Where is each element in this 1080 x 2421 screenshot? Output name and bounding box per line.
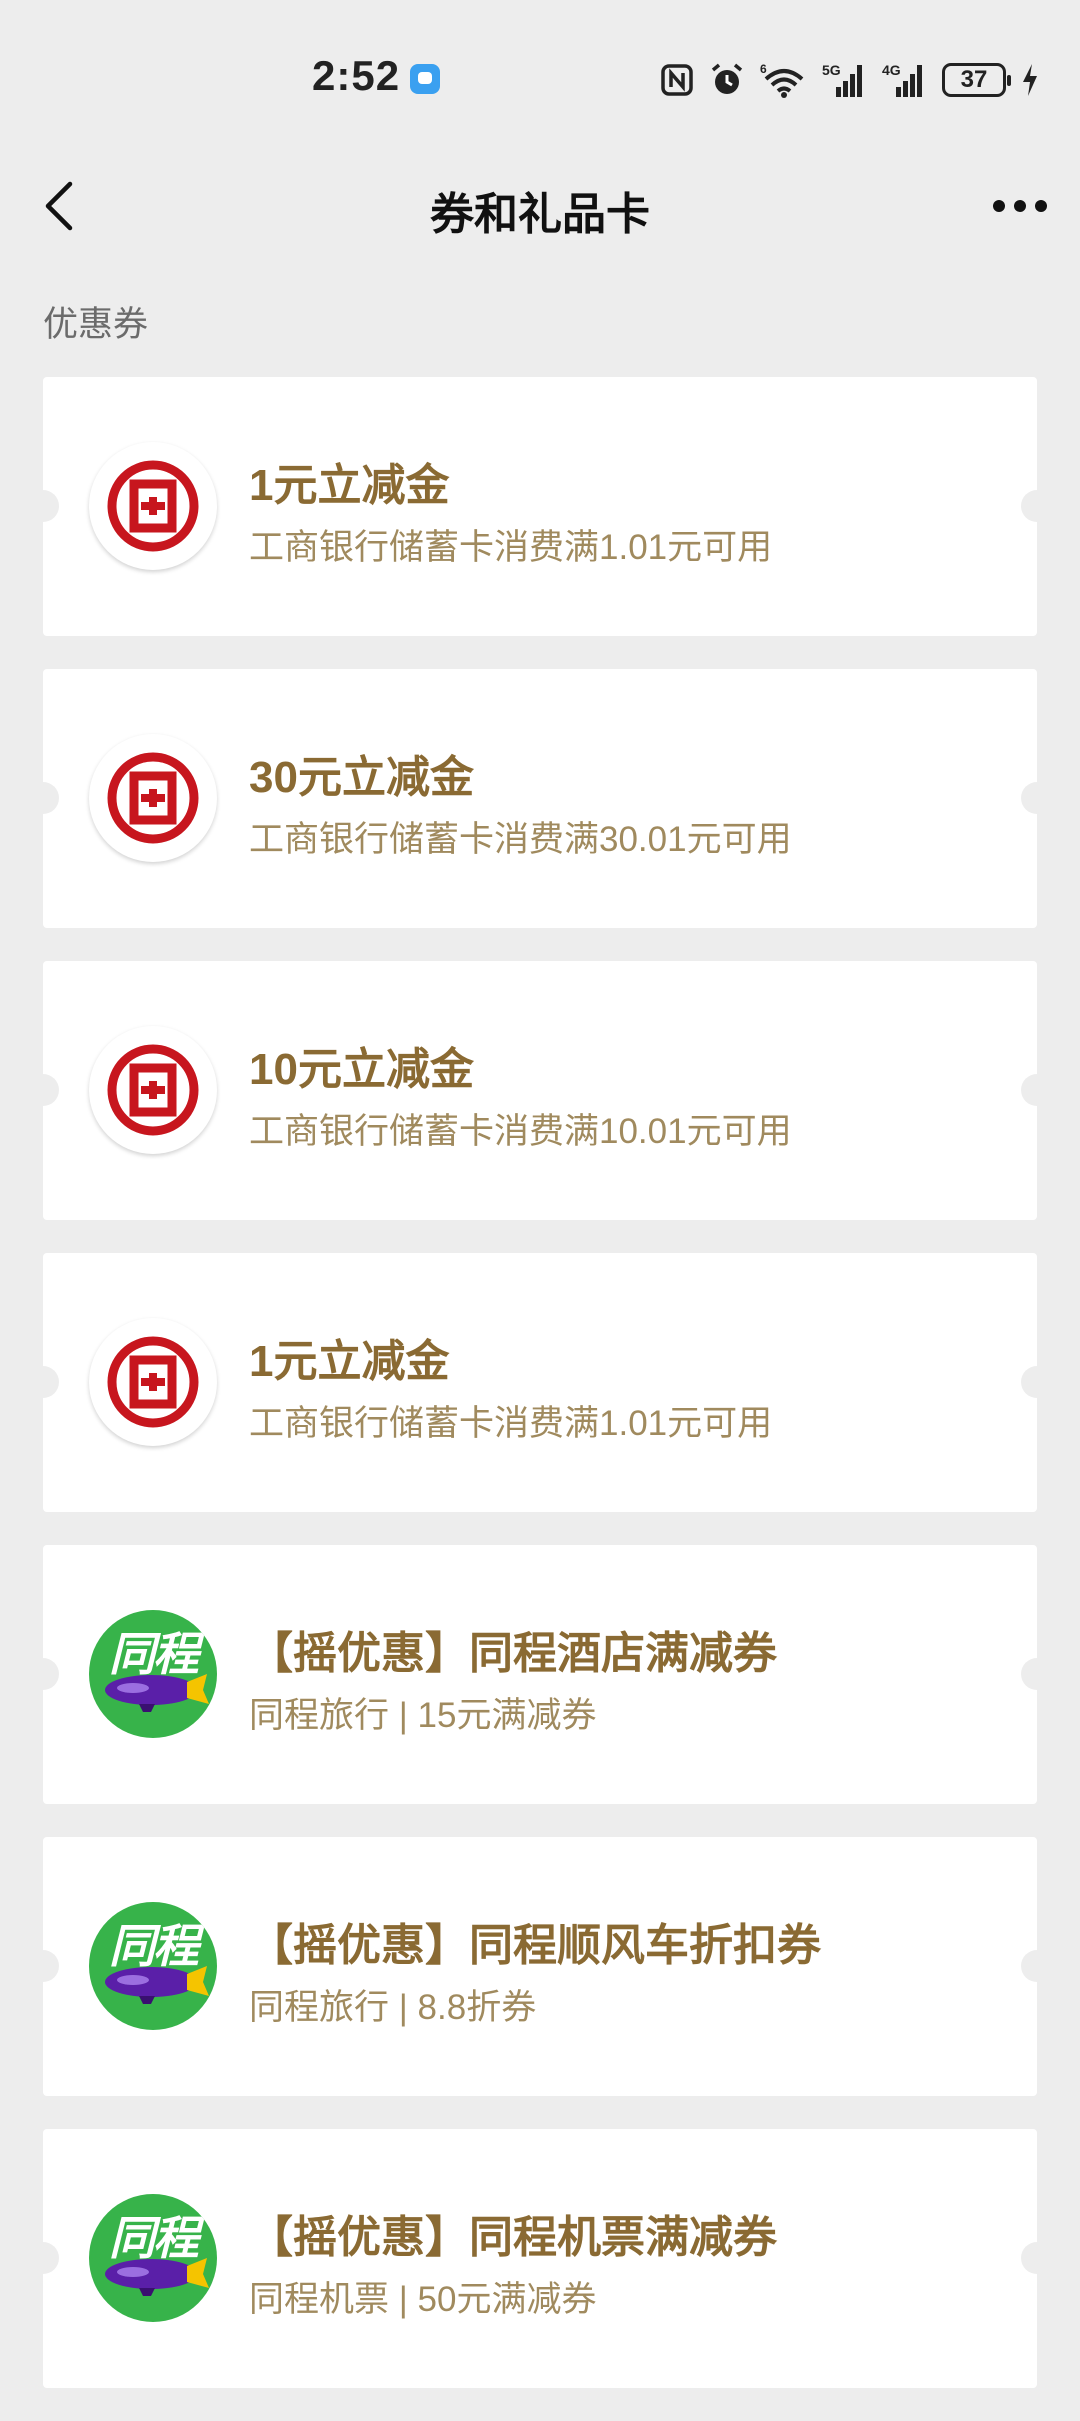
coupon-list: 1元立减金 工商银行储蓄卡消费满1.01元可用 30元立减金 工商银行储蓄卡消费…: [27, 377, 1053, 2421]
svg-text:5G: 5G: [822, 62, 841, 78]
coupon-card[interactable]: 同程 【摇优惠】同程顺风车折扣券 同程旅行 | 8.8折券: [27, 1837, 1053, 2096]
battery-indicator: 37: [942, 63, 1011, 97]
nav-bar: 券和礼品卡: [0, 150, 1080, 262]
card-notch: [1021, 2242, 1053, 2274]
blimp-icon: [105, 2258, 209, 2296]
tongcheng-logo: 同程: [89, 1902, 217, 2030]
section-label-coupons: 优惠券: [43, 305, 149, 344]
coupon-card[interactable]: 1元立减金 工商银行储蓄卡消费满1.01元可用: [27, 377, 1053, 636]
coupon-subtitle: 同程旅行 | 8.8折券: [249, 1988, 537, 2027]
coupon-card[interactable]: 1元立减金 工商银行储蓄卡消费满1.01元可用: [27, 1253, 1053, 1512]
wifi-icon: 6: [760, 60, 808, 100]
card-notch: [27, 490, 59, 522]
card-notch: [1021, 1950, 1053, 1982]
charging-icon: [1020, 60, 1040, 100]
coupon-subtitle: 工商银行储蓄卡消费满1.01元可用: [249, 528, 773, 567]
coupon-subtitle: 同程机票 | 50元满减券: [249, 2280, 597, 2319]
coupon-subtitle: 工商银行储蓄卡消费满30.01元可用: [249, 820, 792, 859]
coupon-title: 10元立减金: [249, 1045, 474, 1094]
tongcheng-logo: 同程: [89, 2194, 217, 2322]
nfc-icon: [660, 60, 694, 100]
coupon-subtitle: 工商银行储蓄卡消费满1.01元可用: [249, 1404, 773, 1443]
icbc-logo: [89, 442, 217, 570]
signal-4g-icon: 4G: [882, 60, 928, 100]
card-notch: [1021, 490, 1053, 522]
tongcheng-logo: 同程: [89, 1610, 217, 1738]
icbc-logo: [89, 1318, 217, 1446]
coupon-title: 1元立减金: [249, 1337, 450, 1386]
status-icons: 6 5G 4G 37: [660, 58, 1040, 102]
blimp-icon: [105, 1966, 209, 2004]
card-notch: [27, 2242, 59, 2274]
card-notch: [27, 1366, 59, 1398]
svg-text:6: 6: [760, 62, 767, 76]
coupon-subtitle: 同程旅行 | 15元满减券: [249, 1696, 597, 1735]
card-notch: [1021, 1074, 1053, 1106]
coupon-title: 1元立减金: [249, 461, 450, 510]
status-time: 2:52: [312, 52, 401, 99]
blimp-icon: [105, 1674, 209, 1712]
card-notch: [1021, 1658, 1053, 1690]
icbc-logo: [89, 734, 217, 862]
coupon-title: 【摇优惠】同程顺风车折扣券: [249, 1921, 821, 1970]
card-notch: [1021, 1366, 1053, 1398]
card-notch: [1021, 782, 1053, 814]
card-notch: [27, 1074, 59, 1106]
signal-5g-icon: 5G: [822, 60, 868, 100]
message-notification-icon: [410, 64, 440, 94]
coupon-card[interactable]: 30元立减金 工商银行储蓄卡消费满30.01元可用: [27, 669, 1053, 928]
svg-text:4G: 4G: [882, 62, 901, 78]
alarm-icon: [708, 60, 746, 100]
icbc-logo: [89, 1026, 217, 1154]
coupon-card[interactable]: 同程 【摇优惠】同程酒店满减券 同程旅行 | 15元满减券: [27, 1545, 1053, 1804]
status-bar: 2:52 6 5G 4G 37: [0, 0, 1080, 150]
coupon-card[interactable]: 同程 【摇优惠】同程机票满减券 同程机票 | 50元满减券: [27, 2129, 1053, 2388]
page-title: 券和礼品卡: [430, 190, 650, 239]
coupon-subtitle: 工商银行储蓄卡消费满10.01元可用: [249, 1112, 792, 1151]
card-notch: [27, 1950, 59, 1982]
card-notch: [27, 1658, 59, 1690]
more-options-button[interactable]: [984, 174, 1056, 238]
coupon-title: 【摇优惠】同程机票满减券: [249, 2213, 777, 2262]
coupon-title: 30元立减金: [249, 753, 474, 802]
coupon-title: 【摇优惠】同程酒店满减券: [249, 1629, 777, 1678]
more-icon: [993, 200, 1047, 212]
coupon-card[interactable]: 10元立减金 工商银行储蓄卡消费满10.01元可用: [27, 961, 1053, 1220]
card-notch: [27, 782, 59, 814]
